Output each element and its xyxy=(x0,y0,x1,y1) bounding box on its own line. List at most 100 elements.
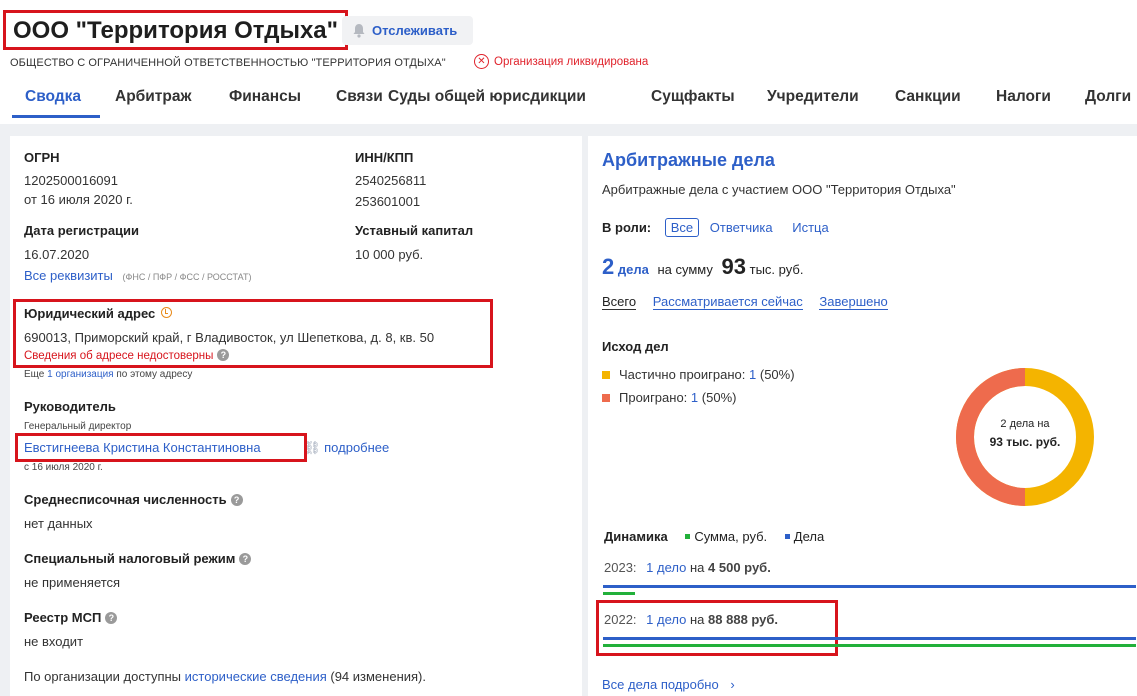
history-row: По организации доступны исторические све… xyxy=(24,669,426,684)
year-label: 2023: xyxy=(604,560,637,575)
role-all[interactable]: Все xyxy=(664,218,700,237)
tab-links[interactable]: Связи xyxy=(336,88,383,106)
tabs-bar: Сводка Арбитраж Финансы Связи Суды общей… xyxy=(0,78,1137,118)
role-filter: В роли: Все Ответчика Истца xyxy=(602,218,829,237)
history-prefix: По организации доступны xyxy=(24,669,182,684)
tab-facts[interactable]: Сущфакты xyxy=(651,88,735,106)
legend-dot xyxy=(685,534,691,539)
active-tab-indicator xyxy=(12,115,100,118)
head-since: с 16 июля 2020 г. xyxy=(24,462,103,473)
year-2023-sum-bar xyxy=(603,592,635,595)
chevron-right-icon[interactable]: › xyxy=(730,677,734,692)
filter-finished[interactable]: Завершено xyxy=(819,294,888,310)
link-icon: ⛓ xyxy=(304,440,321,455)
role-label: В роли: xyxy=(602,220,652,235)
kpp-value: 253601001 xyxy=(355,194,421,209)
reg-date-label: Дата регистрации xyxy=(24,223,140,238)
tab-summary[interactable]: Сводка xyxy=(25,88,81,106)
ogrn-label: ОГРН xyxy=(24,150,60,165)
all-cases-link[interactable]: Все дела подробно xyxy=(602,677,719,692)
tax-label-row: Специальный налоговый режим? xyxy=(24,551,252,566)
follow-button[interactable]: Отслеживать xyxy=(342,16,473,45)
sum-value: 93 xyxy=(721,254,746,279)
legend-dot xyxy=(602,394,610,402)
company-title: ООО "Территория Отдыха" xyxy=(3,10,349,50)
status-filter: Всего Рассматривается сейчас Завершено xyxy=(602,294,888,310)
head-more-link[interactable]: подробнее xyxy=(324,440,389,455)
head-label: Руководитель xyxy=(24,399,116,414)
year-cases-link[interactable]: 1 дело xyxy=(646,612,686,627)
year-2022-highlight xyxy=(596,600,838,656)
legend-dot xyxy=(602,371,610,379)
all-details-link[interactable]: Все реквизиты xyxy=(24,268,113,283)
msp-value: не входит xyxy=(24,634,84,649)
outcome-pct: (50%) xyxy=(701,390,737,405)
capital-label: Уставный капитал xyxy=(355,223,474,238)
filter-ongoing[interactable]: Рассматривается сейчас xyxy=(652,294,803,310)
tab-sanctions[interactable]: Санкции xyxy=(895,88,961,106)
all-details-row: Все реквизиты (ФНС / ПФР / ФСС / РОССТАТ… xyxy=(24,268,251,283)
head-more-row: ⛓ подробнее xyxy=(304,440,389,456)
tab-finance[interactable]: Финансы xyxy=(229,88,301,106)
year-amount: 88 888 руб. xyxy=(708,612,779,627)
outcome-pct: (50%) xyxy=(759,367,795,382)
clock-icon xyxy=(161,307,173,318)
outcome-count-link[interactable]: 1 xyxy=(691,390,698,405)
reg-date-value: 16.07.2020 xyxy=(24,247,90,262)
staff-label: Среднесписочная численность xyxy=(24,492,227,507)
cases-unit[interactable]: дела xyxy=(618,262,649,277)
outcome-count-link[interactable]: 1 xyxy=(749,367,756,382)
filter-total[interactable]: Всего xyxy=(602,294,637,310)
dynamics-legend: Динамика Сумма, руб. Дела xyxy=(604,529,824,544)
cases-count[interactable]: 2 xyxy=(602,254,614,279)
donut-center-line1: 2 дела на xyxy=(1000,418,1050,430)
year-2022-sum-bar xyxy=(603,644,1136,647)
requisites-card: ОГРН 1202500016091 от 16 июля 2020 г. ИН… xyxy=(10,136,582,696)
year-2023-cases-bar xyxy=(603,585,1136,588)
tab-arbitration[interactable]: Арбитраж xyxy=(115,88,191,106)
help-icon[interactable]: ? xyxy=(217,349,230,361)
outcome-label: Проиграно: xyxy=(619,390,688,405)
role-defendant[interactable]: Ответчика xyxy=(710,220,773,235)
tab-debts[interactable]: Долги xyxy=(1085,88,1131,106)
head-name-link[interactable]: Евстигнеева Кристина Константиновна xyxy=(24,440,261,455)
outcome-label: Частично проиграно: xyxy=(619,367,746,382)
more-orgs-count[interactable]: 1 xyxy=(47,369,53,380)
help-icon[interactable]: ? xyxy=(239,553,252,565)
address-label: Юридический адрес xyxy=(24,306,156,321)
help-icon[interactable]: ? xyxy=(105,612,118,624)
msp-label: Реестр МСП xyxy=(24,610,102,625)
tab-courts[interactable]: Суды общей юрисдикции xyxy=(388,88,586,106)
year-label: 2022: xyxy=(604,612,637,627)
year-2022-row: 2022: 1 дело на 88 888 руб. xyxy=(604,612,778,627)
tax-label: Специальный налоговый режим xyxy=(24,551,236,566)
dynamics-title: Динамика xyxy=(604,529,668,544)
more-orgs-suffix: по этому адресу xyxy=(116,369,193,380)
tab-founders[interactable]: Учредители xyxy=(767,88,859,106)
sum-unit: тыс. руб. xyxy=(749,262,804,277)
company-full-name: ОБЩЕСТВО С ОГРАНИЧЕННОЙ ОТВЕТСТВЕННОСТЬЮ… xyxy=(10,57,446,69)
follow-label: Отслеживать xyxy=(372,23,458,38)
ogrn-date: от 16 июля 2020 г. xyxy=(24,192,133,207)
role-plaintiff[interactable]: Истца xyxy=(792,220,828,235)
more-orgs-prefix: Еще xyxy=(24,369,45,380)
more-orgs-row: Еще 1 организация по этому адресу xyxy=(24,369,192,380)
staff-value: нет данных xyxy=(24,516,93,531)
sum-label: на сумму xyxy=(657,262,713,277)
inn-value: 2540256811 xyxy=(355,173,427,188)
x-circle-icon: ✕ xyxy=(474,54,489,69)
bell-icon xyxy=(353,24,365,38)
year-cases-link[interactable]: 1 дело xyxy=(646,560,686,575)
arbitration-subtitle: Арбитражные дела с участием ООО "Террито… xyxy=(602,182,956,197)
msp-label-row: Реестр МСП? xyxy=(24,610,118,625)
donut-center-line2: 93 тыс. руб. xyxy=(989,435,1061,449)
history-link[interactable]: исторические сведения xyxy=(185,669,327,684)
address-label-row: Юридический адрес xyxy=(24,306,173,321)
help-icon[interactable]: ? xyxy=(230,494,243,506)
tab-taxes[interactable]: Налоги xyxy=(996,88,1051,106)
arbitration-title[interactable]: Арбитражные дела xyxy=(602,150,775,171)
year-amount: 4 500 руб. xyxy=(708,560,771,575)
head-position: Генеральный директор xyxy=(24,421,132,432)
staff-label-row: Среднесписочная численность? xyxy=(24,492,243,507)
more-orgs-link[interactable]: организация xyxy=(55,369,113,380)
